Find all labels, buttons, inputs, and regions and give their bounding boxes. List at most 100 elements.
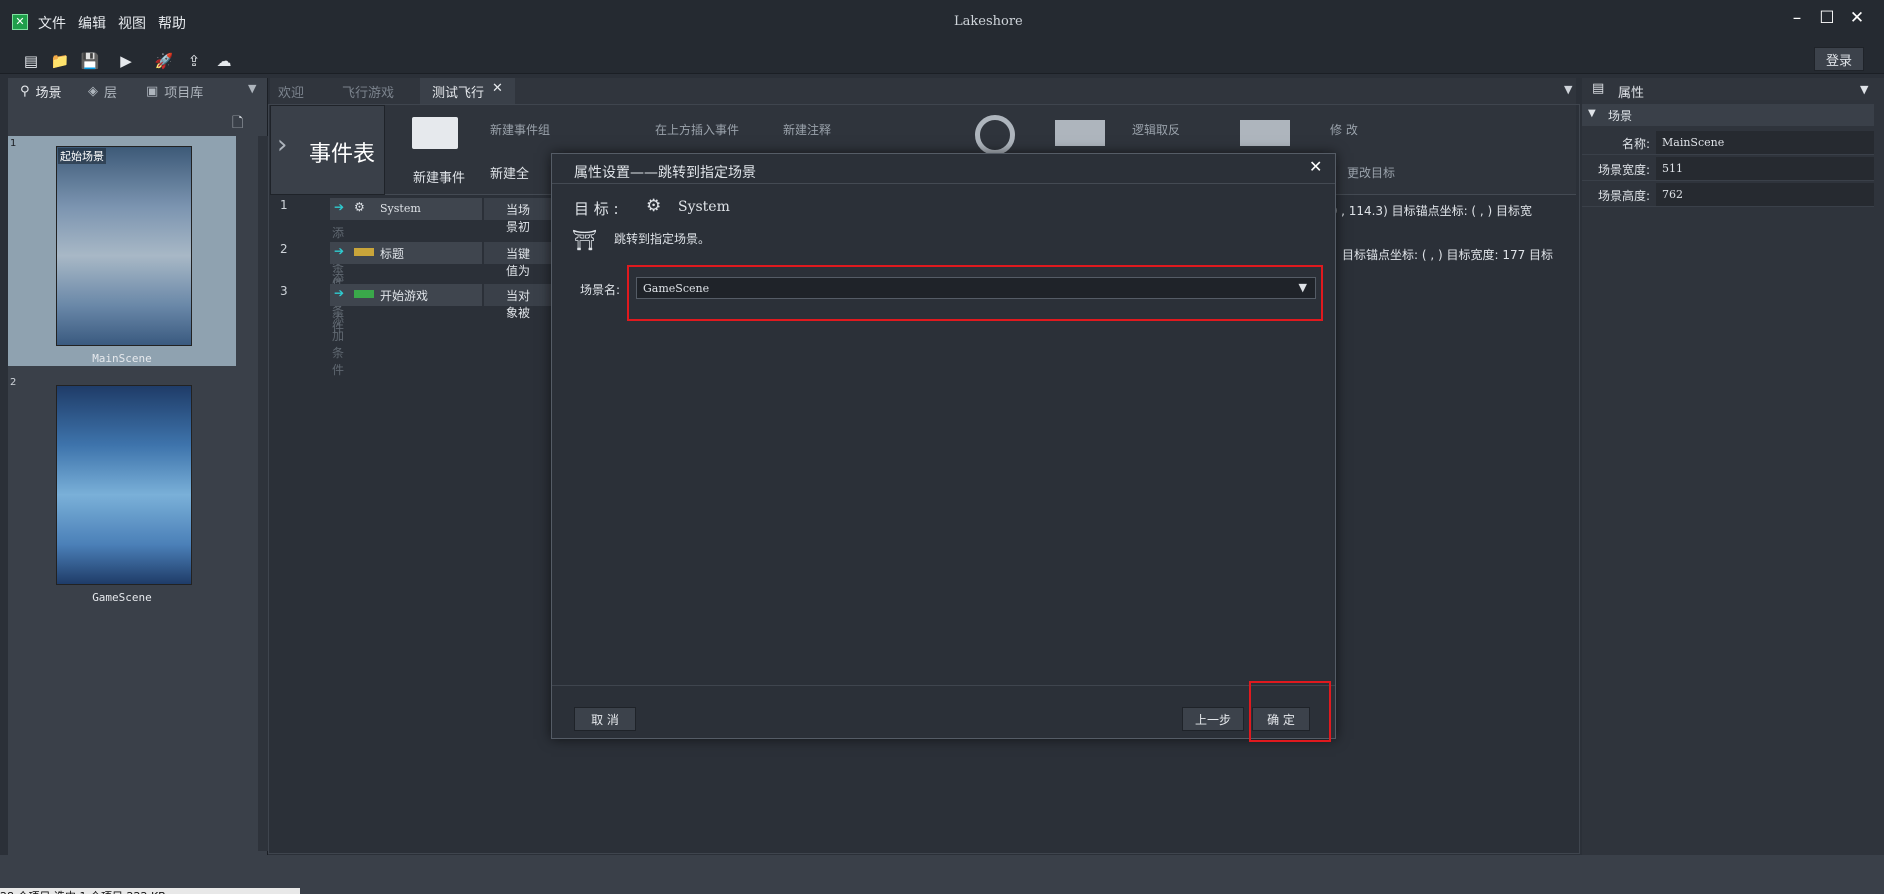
export-icon[interactable]: ⇪	[183, 50, 205, 72]
event-action[interactable]: 当场景初	[484, 198, 554, 234]
scene-name-game: GameScene	[92, 591, 152, 604]
event-object-cell[interactable]: ➔ ⚙ System	[330, 198, 482, 220]
prop-label: 名称:	[1621, 137, 1650, 151]
target-value: System	[678, 199, 730, 215]
event-object-cell[interactable]: ➔ 标题	[330, 242, 482, 264]
scene-tree-icon: ⚲	[20, 84, 30, 99]
arrow-right-icon: ➔	[334, 200, 345, 214]
event-number: 2	[280, 242, 288, 256]
close-tab-icon[interactable]: ✕	[492, 81, 503, 96]
change-target-button[interactable]: 更改目标	[1347, 164, 1395, 181]
event-sheet-header[interactable]: › 事件表	[270, 105, 385, 195]
event-object-name: 标题	[380, 247, 405, 261]
target-label: 目 标 :	[574, 200, 619, 218]
new-file-icon[interactable]: ▤	[20, 50, 42, 72]
event-action[interactable]: 当对象被	[484, 284, 554, 320]
new-global-button[interactable]: 新建全	[490, 163, 529, 182]
menu-help[interactable]: 帮助	[158, 13, 186, 33]
insert-above-button[interactable]: 在上方插入事件	[655, 121, 739, 138]
open-folder-icon[interactable]: 📁	[49, 50, 71, 72]
new-event-icon[interactable]	[412, 117, 458, 149]
start-scene-badge: 起始场景	[58, 148, 106, 164]
event-object-cell[interactable]: ➔ 开始游戏	[330, 284, 482, 306]
status-bar: 28 个项目 选中 1 个项目 222 KB	[0, 855, 1884, 894]
add-action-icon[interactable]	[1240, 120, 1290, 146]
event-object-name: System	[380, 202, 421, 215]
prop-value-name[interactable]: MainScene	[1656, 131, 1874, 154]
event-object-name: 开始游戏	[380, 289, 429, 303]
prop-value-width[interactable]: 511	[1656, 157, 1874, 180]
scene-thumbnail-main[interactable]	[56, 146, 192, 346]
event-action-detail: 50 , 114.3) 目标锚点坐标: ( , ) 目标宽	[1322, 204, 1533, 218]
highlight-confirm-button	[1249, 681, 1331, 742]
login-button[interactable]: 登录	[1814, 47, 1864, 71]
highlight-scene-field	[627, 265, 1323, 321]
tab-test-flight[interactable]: 测试飞行	[432, 82, 484, 101]
panel-dropdown-icon[interactable]: ▼	[248, 82, 256, 95]
app-logo-icon: ✕	[12, 14, 28, 30]
scene-name-main: MainScene	[92, 352, 152, 365]
dialog-title: 属性设置——跳转到指定场景	[574, 165, 756, 181]
close-window-button[interactable]: ✕	[1842, 6, 1872, 30]
add-scene-icon[interactable]: 🗋	[232, 112, 243, 136]
title-sprite-icon	[354, 248, 374, 256]
property-dialog: 属性设置——跳转到指定场景 ✕ 目 标 : ⚙ System ⛩ 跳转到指定场景…	[551, 153, 1336, 739]
minimize-button[interactable]: –	[1782, 6, 1812, 30]
arrow-right-icon: ➔	[334, 286, 345, 300]
tab-library[interactable]: ▣ 项目库	[146, 82, 203, 101]
collapse-icon[interactable]: ▼	[1588, 108, 1596, 119]
scene-name-label: 场景名:	[580, 283, 621, 297]
new-comment-button[interactable]: 新建注释	[783, 121, 831, 138]
event-number: 1	[280, 198, 288, 212]
tab-scenes[interactable]: ⚲ 场景	[20, 82, 62, 101]
tab-layers-label: 层	[104, 86, 118, 101]
document-tab-bar: 欢迎 飞行游戏 测试飞行 ✕ ▼	[270, 78, 1576, 104]
prop-value-height[interactable]: 762	[1656, 183, 1874, 206]
scene-index: 2	[10, 377, 17, 388]
jump-scene-icon: ⛩	[572, 228, 598, 252]
new-event-group-button[interactable]: 新建事件组	[490, 121, 550, 138]
add-condition-icon[interactable]	[1055, 120, 1105, 146]
add-condition-link[interactable]: 添加条件	[332, 310, 344, 378]
prop-label: 场景宽度:	[1597, 163, 1650, 177]
properties-dropdown-icon[interactable]: ▼	[1860, 83, 1868, 96]
logic-negate-button[interactable]: 逻辑取反	[1132, 121, 1180, 138]
prop-row-height: 场景高度: 762	[1582, 183, 1874, 207]
breakpoint-icon[interactable]	[975, 115, 1015, 155]
tab-welcome[interactable]: 欢迎	[278, 82, 304, 101]
event-number: 3	[280, 284, 288, 298]
menu-view[interactable]: 视图	[118, 13, 146, 33]
tab-flight-game[interactable]: 飞行游戏	[342, 82, 394, 101]
publish-icon[interactable]: 🚀	[153, 50, 175, 72]
scene-thumbnail-game[interactable]	[56, 385, 192, 585]
cloud-upload-icon[interactable]: ☁	[213, 50, 235, 72]
section-scene: 场景	[1608, 109, 1633, 123]
tab-layers[interactable]: ◈ 层	[88, 82, 117, 101]
layers-icon: ◈	[88, 84, 98, 99]
menu-file[interactable]: 文件	[38, 13, 66, 33]
main-toolbar	[0, 44, 1884, 74]
scene-index: 1	[10, 138, 17, 149]
maximize-button[interactable]: ☐	[1812, 6, 1842, 30]
menu-edit[interactable]: 编辑	[78, 13, 106, 33]
left-panel: ⚲ 场景 ◈ 层 ▣ 项目库 ▼ 🗋 1 起始场景 MainScene 2 GameS…	[8, 78, 272, 855]
save-icon[interactable]: 💾	[79, 50, 101, 72]
library-icon: ▣	[146, 84, 159, 99]
tabs-dropdown-icon[interactable]: ▼	[1564, 83, 1572, 96]
chevron-right-icon: ›	[277, 130, 288, 160]
tab-scenes-label: 场景	[35, 86, 62, 101]
prev-step-button[interactable]: 上一步	[1182, 707, 1244, 731]
new-event-button[interactable]: 新建事件	[413, 167, 465, 186]
prop-row-name: 名称: MainScene	[1582, 131, 1874, 155]
cancel-button[interactable]: 取 消	[574, 707, 636, 731]
event-sheet-label: 事件表	[309, 142, 376, 167]
prop-row-width: 场景宽度: 511	[1582, 157, 1874, 181]
prop-label: 场景高度:	[1597, 189, 1650, 203]
event-action-detail: 目标锚点坐标: ( , ) 目标宽度: 177 目标	[1342, 248, 1554, 262]
dialog-close-icon[interactable]: ✕	[1309, 157, 1322, 176]
status-text: 28 个项目 选中 1 个项目 222 KB	[0, 888, 300, 894]
modify-button[interactable]: 修 改	[1330, 121, 1358, 138]
event-action[interactable]: 当键值为	[484, 242, 554, 278]
play-icon[interactable]: ▶	[115, 50, 137, 72]
gear-icon: ⚙	[646, 196, 662, 216]
